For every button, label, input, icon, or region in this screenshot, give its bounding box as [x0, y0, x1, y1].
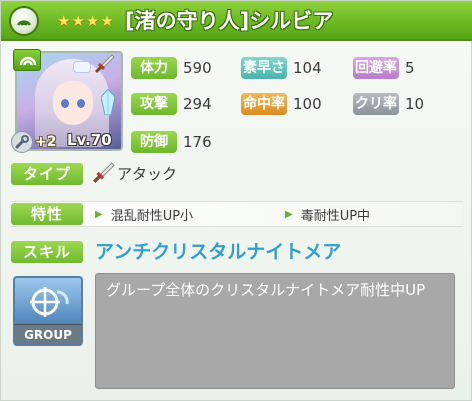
title-bar: ★ ★ ★ ★ [渚の守り人]シルビア — [1, 1, 472, 41]
stat-label: 回避率 — [353, 57, 399, 79]
stat-label: 防御 — [131, 131, 177, 153]
stat-label: 攻撃 — [131, 93, 177, 115]
stat-critical: クリ率 10 — [353, 93, 424, 115]
stat-value: 104 — [293, 59, 322, 77]
stat-speed: 素早さ 104 — [241, 57, 322, 79]
star-icon: ★ — [85, 12, 100, 30]
stat-label: 素早さ — [241, 57, 287, 79]
attribute-badge-icon — [13, 49, 41, 71]
stat-evasion: 回避率 5 — [353, 57, 415, 79]
triangle-right-icon: ▶ — [285, 208, 293, 220]
type-value: アタック — [117, 165, 178, 183]
stat-value: 10 — [405, 95, 425, 113]
attribute-emblem-icon — [9, 6, 39, 36]
traits-label: 特性 — [11, 203, 83, 225]
stat-value: 100 — [293, 95, 322, 113]
rarity-stars: ★ ★ ★ ★ — [57, 11, 114, 31]
character-detail-panel: ★ ★ ★ ★ [渚の守り人]シルビア +2 Lv.70 体力 590 素早さ … — [0, 0, 472, 401]
stat-hp: 体力 590 — [131, 57, 212, 79]
target-icon — [30, 287, 69, 317]
triangle-right-icon: ▶ — [95, 208, 103, 220]
skill-name: アンチクリスタルナイトメア — [95, 241, 342, 263]
star-icon: ★ — [71, 12, 85, 30]
character-name: [渚の守り人]シルビア — [125, 9, 334, 33]
group-label: GROUP — [15, 324, 81, 344]
stat-value: 176 — [183, 133, 212, 151]
skill-icon[interactable]: GROUP — [13, 276, 83, 346]
stat-label: 命中率 — [241, 93, 287, 115]
enhancement-badge: +2 — [11, 131, 56, 153]
trait-text: 混乱耐性UP小 — [110, 208, 194, 224]
crystal-icon — [101, 89, 115, 115]
skill-description: グループ全体のクリスタルナイトメア耐性中UP — [95, 273, 455, 389]
trait-item: ▶ 混乱耐性UP小 — [95, 204, 193, 224]
stat-defense: 防御 176 — [131, 131, 212, 153]
skill-label: スキル — [11, 241, 83, 263]
stat-accuracy: 命中率 100 — [241, 93, 322, 115]
level-label: Lv.70 — [67, 131, 112, 149]
trait-item: ▶ 毒耐性UP中 — [285, 204, 370, 224]
stat-label: クリ率 — [353, 93, 399, 115]
stat-value: 590 — [183, 59, 212, 77]
stat-attack: 攻撃 294 — [131, 93, 212, 115]
trait-text: 毒耐性UP中 — [300, 208, 371, 224]
stat-value: 294 — [183, 95, 212, 113]
type-label: タイプ — [11, 163, 83, 185]
weapon-sword-icon — [94, 54, 115, 74]
wrench-icon — [11, 131, 33, 153]
enhancement-value: +2 — [35, 134, 57, 150]
star-icon: ★ — [57, 12, 71, 30]
star-icon: ★ — [100, 12, 114, 30]
stat-label: 体力 — [131, 57, 177, 79]
sword-icon — [93, 162, 115, 183]
stat-value: 5 — [405, 59, 415, 77]
